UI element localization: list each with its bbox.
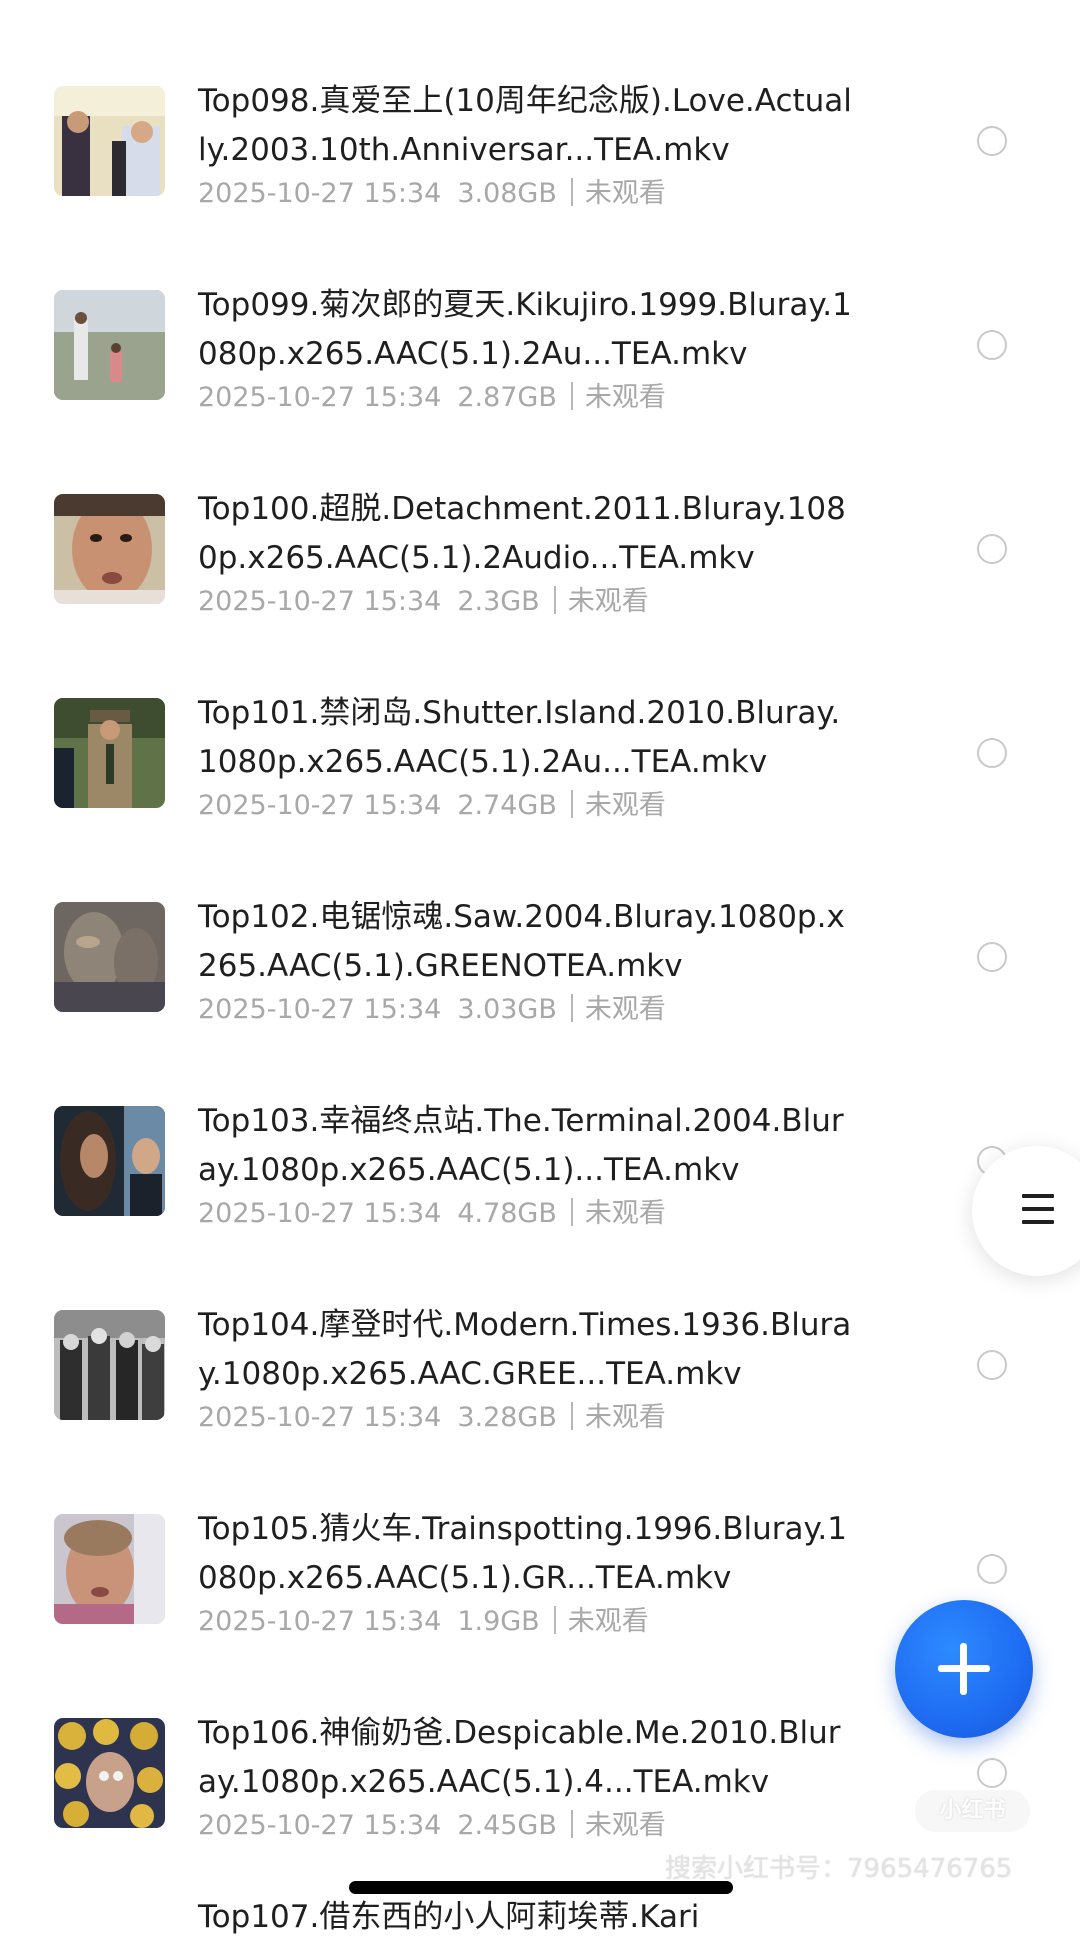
divider [570,994,573,1022]
modified-date: 2025-10-27 15:34 [198,994,442,1025]
list-item[interactable]: Top098.真爱至上(10周年纪念版).Love.Actually.2003.… [0,72,1080,276]
file-size: 3.28GB [457,1402,557,1433]
video-thumbnail [54,902,165,1012]
file-size: 2.74GB [457,790,557,821]
divider [570,790,573,818]
watch-status: 未观看 [567,1606,649,1637]
file-size: 4.78GB [457,1198,557,1229]
file-meta: 2025-10-27 15:34 2.74GB 未观看 [198,786,858,826]
select-radio[interactable] [977,126,1007,156]
watch-status: 未观看 [567,586,649,617]
file-name-partial[interactable]: Top107.借东西的小人阿莉埃蒂.Kari [198,1893,699,1942]
list-item[interactable]: Top100.超脱.Detachment.2011.Bluray.1080p.x… [0,480,1080,684]
file-meta: 2025-10-27 15:34 3.08GB 未观看 [198,174,858,214]
video-thumbnail [54,1514,165,1624]
list-item[interactable]: Top103.幸福终点站.The.Terminal.2004.Bluray.10… [0,1092,1080,1296]
file-meta: 2025-10-27 15:34 2.45GB 未观看 [198,1806,858,1846]
modified-date: 2025-10-27 15:34 [198,1402,442,1433]
divider [570,1810,573,1838]
file-name: Top104.摩登时代.Modern.Times.1936.Bluray.108… [198,1307,852,1392]
file-size: 3.03GB [457,994,557,1025]
file-name: Top102.电锯惊魂.Saw.2004.Bluray.1080p.x265.A… [198,899,845,984]
watch-status: 未观看 [584,178,666,209]
modified-date: 2025-10-27 15:34 [198,178,442,209]
video-thumbnail [54,86,165,196]
home-indicator[interactable] [349,1881,733,1894]
file-meta: 2025-10-27 15:34 2.87GB 未观看 [198,378,858,418]
video-thumbnail [54,1106,165,1216]
file-name: Top101.禁闭岛.Shutter.Island.2010.Bluray.10… [198,695,841,780]
video-thumbnail [54,494,165,604]
file-meta: 2025-10-27 15:34 4.78GB 未观看 [198,1194,858,1234]
divider [570,1198,573,1226]
watch-status: 未观看 [584,382,666,413]
video-thumbnail [54,1310,165,1420]
add-button[interactable] [895,1600,1033,1738]
modified-date: 2025-10-27 15:34 [198,790,442,821]
file-name: Top106.神偷奶爸.Despicable.Me.2010.Bluray.10… [198,1715,841,1800]
file-name: Top105.猜火车.Trainspotting.1996.Bluray.108… [198,1511,847,1596]
watch-status: 未观看 [584,1198,666,1229]
select-radio[interactable] [977,1758,1007,1788]
file-size: 2.87GB [457,382,557,413]
video-thumbnail [54,698,165,808]
watch-status: 未观看 [584,1402,666,1433]
select-radio[interactable] [977,1554,1007,1584]
list-item[interactable]: Top104.摩登时代.Modern.Times.1936.Bluray.108… [0,1296,1080,1500]
file-meta: 2025-10-27 15:34 3.03GB 未观看 [198,990,858,1030]
modified-date: 2025-10-27 15:34 [198,1810,442,1841]
file-name: Top103.幸福终点站.The.Terminal.2004.Bluray.10… [198,1103,844,1188]
select-radio[interactable] [977,738,1007,768]
list-item[interactable]: Top099.菊次郎的夏天.Kikujiro.1999.Bluray.1080p… [0,276,1080,480]
divider [553,1606,556,1634]
file-size: 1.9GB [457,1606,540,1637]
select-radio[interactable] [977,534,1007,564]
hamburger-menu-icon [1022,1194,1054,1233]
list-item[interactable]: Top101.禁闭岛.Shutter.Island.2010.Bluray.10… [0,684,1080,888]
video-thumbnail [54,1718,165,1828]
file-meta: 2025-10-27 15:34 1.9GB 未观看 [198,1602,858,1642]
modified-date: 2025-10-27 15:34 [198,1606,442,1637]
file-name: Top098.真爱至上(10周年纪念版).Love.Actually.2003.… [198,83,852,168]
watch-status: 未观看 [584,994,666,1025]
modified-date: 2025-10-27 15:34 [198,1198,442,1229]
divider [570,1402,573,1430]
file-size: 2.3GB [457,586,540,617]
file-size: 3.08GB [457,178,557,209]
watch-status: 未观看 [584,1810,666,1841]
file-meta: 2025-10-27 15:34 2.3GB 未观看 [198,582,858,622]
modified-date: 2025-10-27 15:34 [198,382,442,413]
video-thumbnail [54,290,165,400]
divider [570,178,573,206]
modified-date: 2025-10-27 15:34 [198,586,442,617]
select-radio[interactable] [977,1350,1007,1380]
file-name: Top100.超脱.Detachment.2011.Bluray.1080p.x… [198,491,846,576]
divider [570,382,573,410]
select-radio[interactable] [977,330,1007,360]
file-size: 2.45GB [457,1810,557,1841]
select-radio[interactable] [977,942,1007,972]
file-meta: 2025-10-27 15:34 3.28GB 未观看 [198,1398,858,1438]
list-item[interactable]: Top102.电锯惊魂.Saw.2004.Bluray.1080p.x265.A… [0,888,1080,1092]
divider [553,586,556,614]
file-name: Top099.菊次郎的夏天.Kikujiro.1999.Bluray.1080p… [198,287,852,372]
watermark-logo: 小红书 [915,1790,1030,1832]
watch-status: 未观看 [584,790,666,821]
